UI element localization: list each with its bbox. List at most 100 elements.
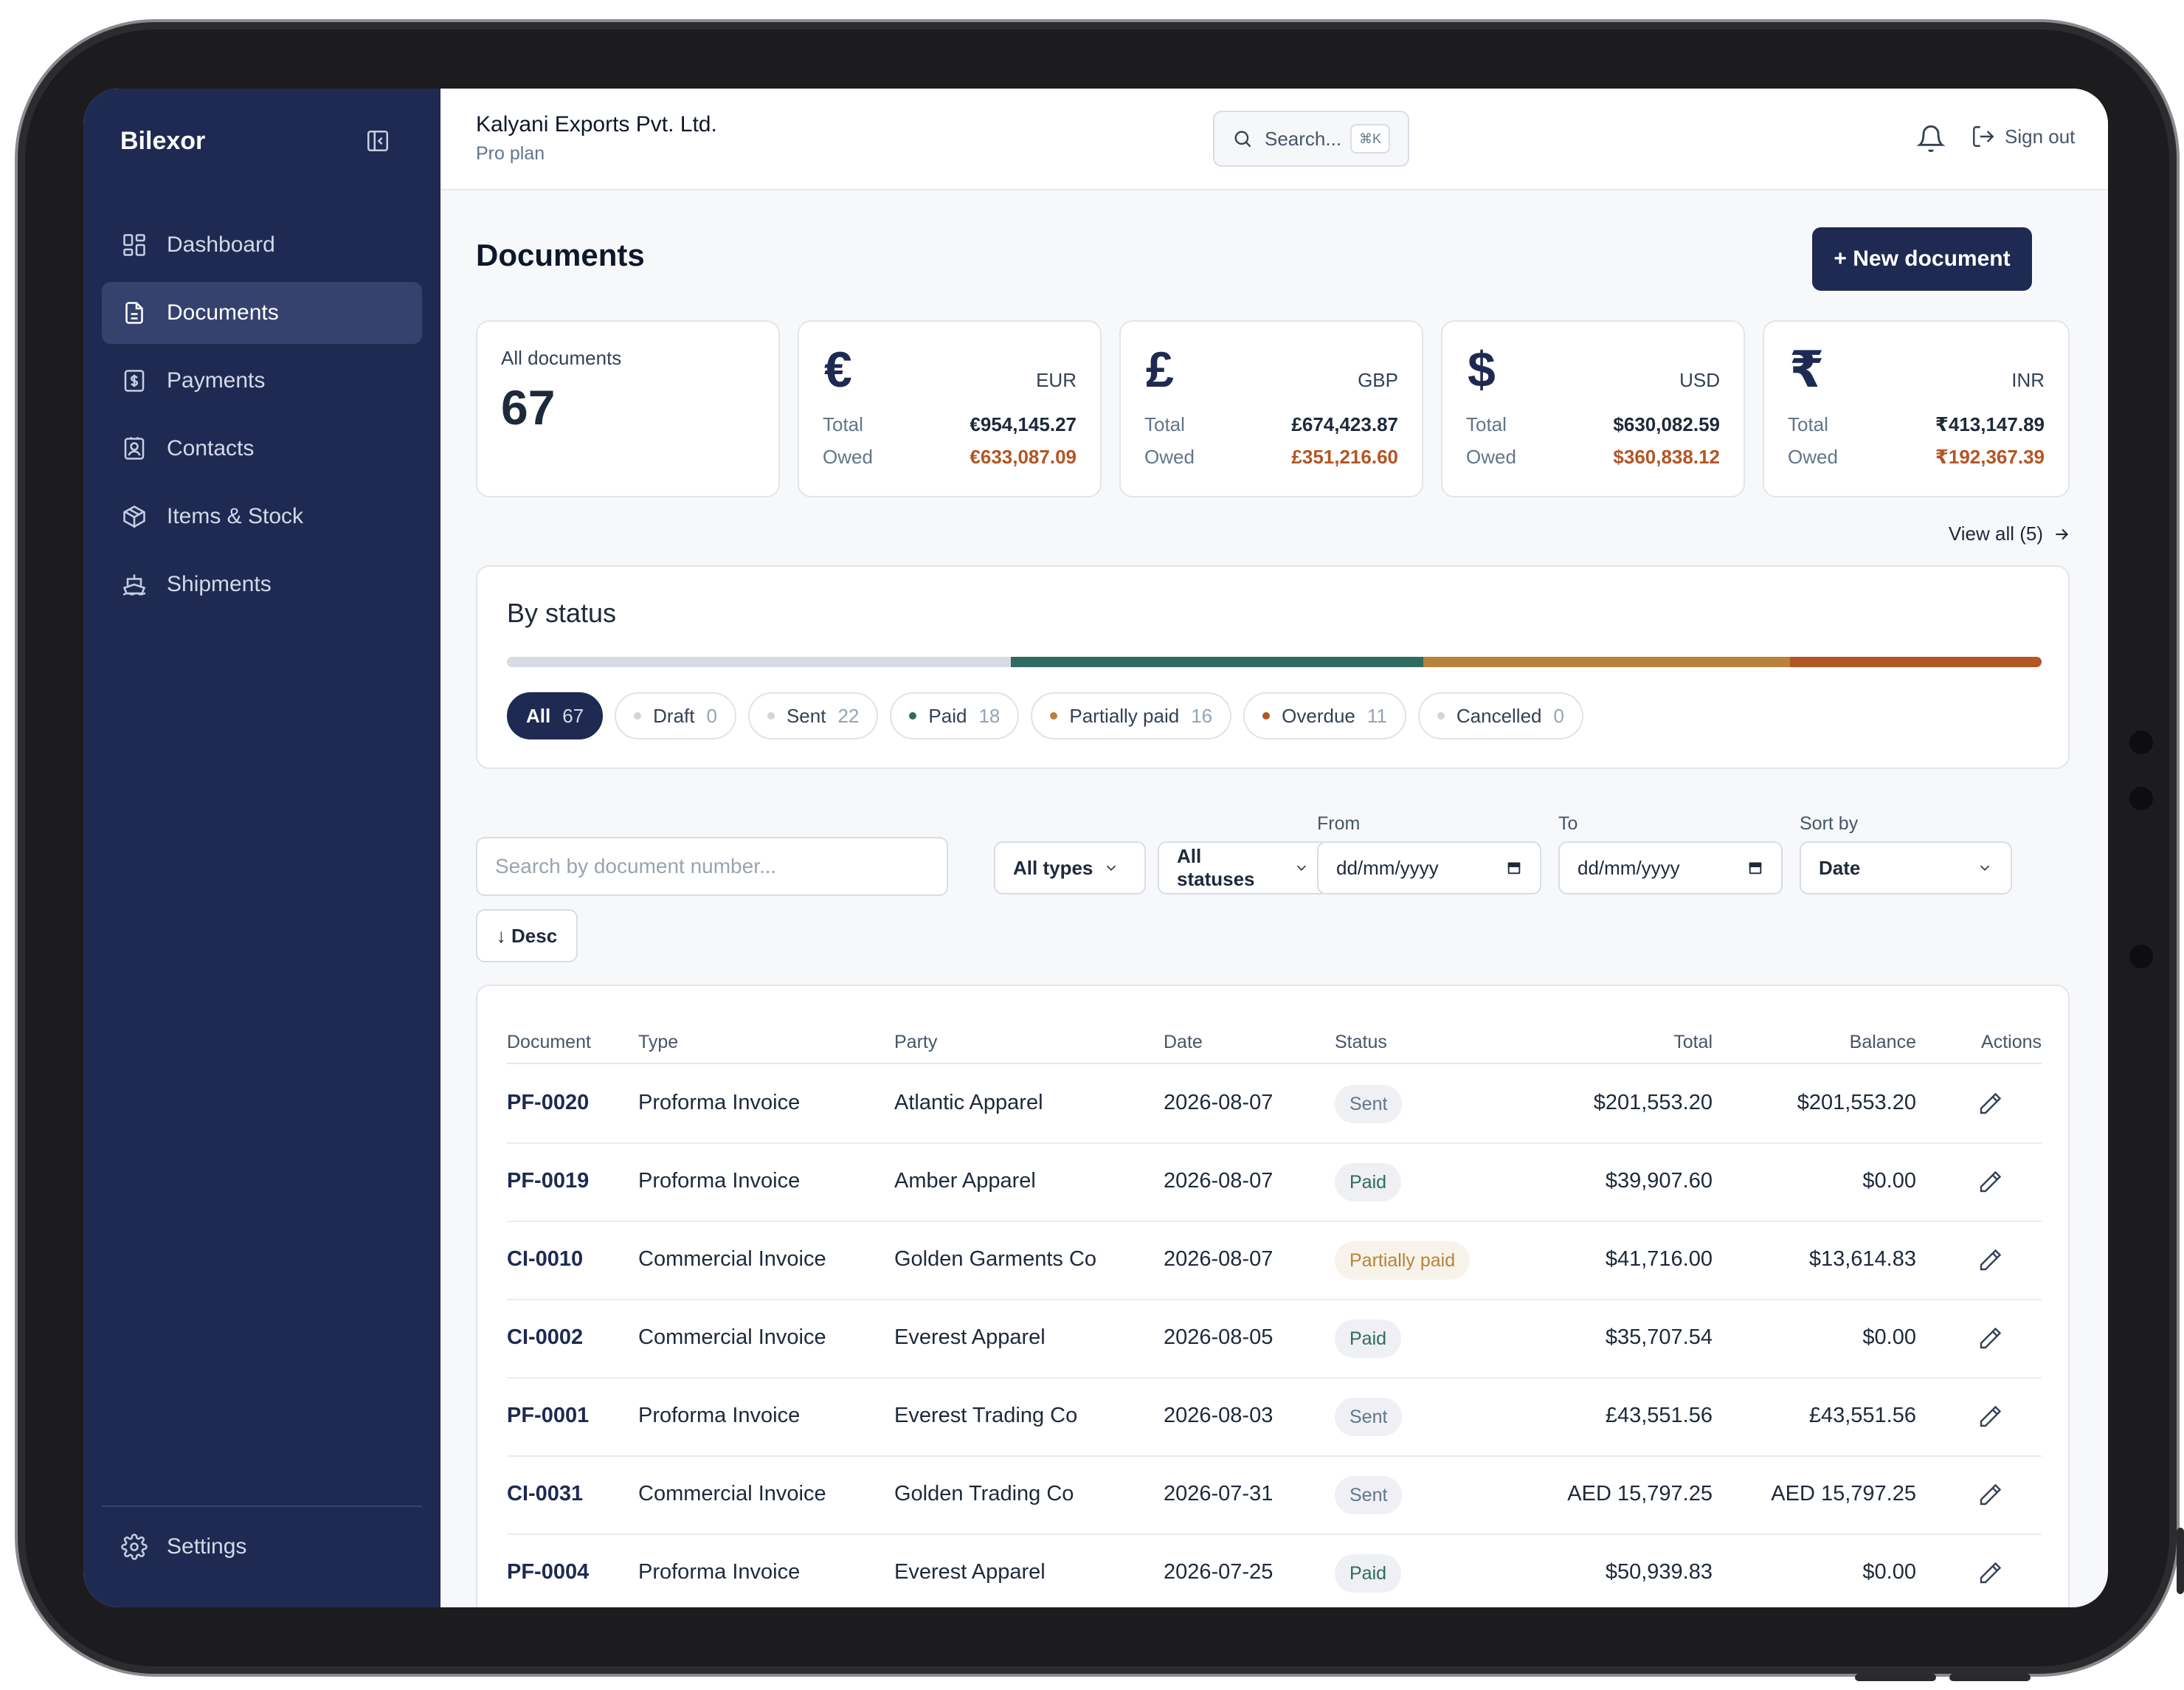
table-row[interactable]: PF-0004 Proforma Invoice Everest Apparel…: [507, 1535, 2042, 1607]
currency-card-usd[interactable]: $ USD Total $630,082.59 Owed $360,838.12: [1441, 320, 1745, 497]
calendar-icon: [1507, 862, 1521, 875]
status-filter-chips: All 67 Draft 0 Sent 22 Paid 18 Partially pai…: [507, 692, 1595, 739]
type-filter-select[interactable]: All types: [994, 841, 1146, 894]
search-label: Search...: [1265, 127, 1342, 150]
edit-pencil-icon[interactable]: [1977, 1091, 2003, 1117]
chip-draft[interactable]: Draft 0: [615, 692, 736, 739]
document-number-link[interactable]: CI-0002: [507, 1325, 583, 1350]
status-dot: [634, 712, 642, 720]
currency-card-inr[interactable]: ₹ INR Total ₹413,147.89 Owed ₹192,367.39: [1763, 320, 2070, 497]
status-badge: Sent: [1335, 1476, 1403, 1514]
currency-card-eur[interactable]: € EUR Total €954,145.27 Owed €633,087.09: [798, 320, 1102, 497]
chip-count: 16: [1191, 704, 1213, 727]
sidebar-item-settings[interactable]: Settings: [102, 1516, 422, 1578]
new-document-button[interactable]: + New document: [1812, 227, 2032, 291]
sign-out-label: Sign out: [2005, 125, 2076, 148]
main-content: Documents + New document All documents 6…: [440, 190, 2108, 1607]
table-row[interactable]: CI-0031 Commercial Invoice Golden Tradin…: [507, 1457, 2042, 1535]
chip-label: Paid: [928, 704, 967, 727]
bell-icon[interactable]: [1916, 124, 1946, 154]
chip-all[interactable]: All 67: [507, 692, 604, 739]
table-row[interactable]: CI-0010 Commercial Invoice Golden Garmen…: [507, 1222, 2042, 1300]
chip-sent[interactable]: Sent 22: [747, 692, 879, 739]
document-total: $35,707.54: [1605, 1325, 1713, 1349]
table-row[interactable]: PF-0019 Proforma Invoice Amber Apparel 2…: [507, 1144, 2042, 1222]
document-number-link[interactable]: CI-0031: [507, 1482, 583, 1506]
currency-card-gbp[interactable]: £ GBP Total £674,423.87 Owed £351,216.60: [1119, 320, 1423, 497]
sort-order-button[interactable]: ↓ Desc: [476, 909, 578, 962]
document-number-link[interactable]: CI-0010: [507, 1247, 583, 1272]
to-date-input[interactable]: dd/mm/yyyy: [1558, 841, 1783, 894]
total-label: Total: [1144, 413, 1185, 435]
document-total: £43,551.56: [1605, 1404, 1713, 1427]
edit-pencil-icon[interactable]: [1977, 1404, 2003, 1430]
document-number-link[interactable]: PF-0004: [507, 1560, 589, 1584]
chip-partially-paid[interactable]: Partially paid 16: [1031, 692, 1232, 739]
edit-pencil-icon[interactable]: [1977, 1247, 2003, 1274]
edit-pencil-icon[interactable]: [1977, 1482, 2003, 1508]
document-number-link[interactable]: PF-0001: [507, 1404, 589, 1428]
document-icon: [125, 302, 143, 324]
chip-count: 11: [1366, 704, 1387, 727]
sidebar-item-label: Contacts: [167, 436, 255, 461]
document-search-input[interactable]: [476, 837, 948, 896]
currency-owed: £351,216.60: [1291, 446, 1398, 468]
chip-cancelled[interactable]: Cancelled 0: [1417, 692, 1583, 739]
sidebar-item-dashboard[interactable]: Dashboard: [102, 214, 422, 276]
status-bar-sent: [507, 657, 1011, 667]
document-type: Commercial Invoice: [638, 1247, 826, 1271]
all-documents-card[interactable]: All documents 67: [476, 320, 780, 497]
column-header: Date: [1164, 1032, 1203, 1052]
column-header: Balance: [1849, 1032, 1916, 1052]
sort-by-select[interactable]: Date: [1800, 841, 2012, 894]
date-value: dd/mm/yyyy: [1336, 856, 1439, 879]
status-dot: [1262, 712, 1271, 720]
ship-icon: [122, 574, 146, 596]
sidebar-item-items-stock[interactable]: Items & Stock: [102, 486, 422, 548]
sidebar-item-shipments[interactable]: Shipments: [102, 553, 422, 615]
chip-paid[interactable]: Paid 18: [890, 692, 1020, 739]
currency-code: EUR: [1036, 369, 1077, 391]
all-documents-label: All documents: [501, 347, 622, 369]
document-type: Proforma Invoice: [638, 1560, 801, 1584]
chip-label: Draft: [653, 704, 695, 727]
view-all-link[interactable]: View all (5): [1949, 522, 2071, 545]
sidebar-item-label: Payments: [167, 368, 266, 393]
document-number-link[interactable]: PF-0020: [507, 1091, 589, 1115]
table-row[interactable]: CI-0002 Commercial Invoice Everest Appar…: [507, 1300, 2042, 1379]
edit-pencil-icon[interactable]: [1977, 1325, 2003, 1352]
sidebar-item-payments[interactable]: Payments: [102, 350, 422, 412]
party-name: Atlantic Apparel: [894, 1091, 1043, 1114]
sign-out-icon: [1973, 126, 1994, 147]
documents-table: Document Type Party Date Status Total Ba…: [476, 984, 2070, 1607]
currency-code: USD: [1679, 369, 1720, 391]
party-name: Everest Apparel: [894, 1560, 1046, 1584]
dashboard-icon: [123, 234, 145, 256]
sign-out-button[interactable]: Sign out: [1971, 124, 2075, 149]
chip-overdue[interactable]: Overdue 11: [1243, 692, 1406, 739]
sidebar-divider: [102, 1506, 422, 1507]
edit-pencil-icon[interactable]: [1977, 1169, 2003, 1196]
column-header: Status: [1335, 1032, 1387, 1052]
edit-pencil-icon[interactable]: [1977, 1560, 2003, 1587]
sidebar-item-contacts[interactable]: Contacts: [102, 418, 422, 480]
collapse-sidebar-icon[interactable]: [365, 128, 390, 154]
status-badge: Paid: [1335, 1163, 1402, 1201]
document-number-link[interactable]: PF-0019: [507, 1169, 589, 1193]
status-filter-select[interactable]: All statuses: [1158, 841, 1329, 894]
currency-owed: $360,838.12: [1613, 446, 1720, 468]
document-total: AED 15,797.25: [1567, 1482, 1713, 1506]
chip-label: All: [526, 704, 551, 727]
top-button: [1855, 1674, 1936, 1681]
owed-label: Owed: [823, 446, 873, 468]
status-badge: Paid: [1335, 1554, 1402, 1593]
table-row[interactable]: PF-0001 Proforma Invoice Everest Trading…: [507, 1379, 2042, 1457]
chip-count: 18: [978, 704, 1001, 727]
sidebar-item-documents[interactable]: Documents: [102, 282, 422, 344]
from-date-input[interactable]: dd/mm/yyyy: [1317, 841, 1541, 894]
table-row[interactable]: PF-0020 Proforma Invoice Atlantic Appare…: [507, 1066, 2042, 1144]
chevron-down-icon: [1980, 865, 1990, 872]
global-search-button[interactable]: Search... ⌘K: [1213, 111, 1409, 167]
organization-name: Kalyani Exports Pvt. Ltd.: [476, 112, 717, 137]
chip-count: 0: [1553, 704, 1564, 727]
